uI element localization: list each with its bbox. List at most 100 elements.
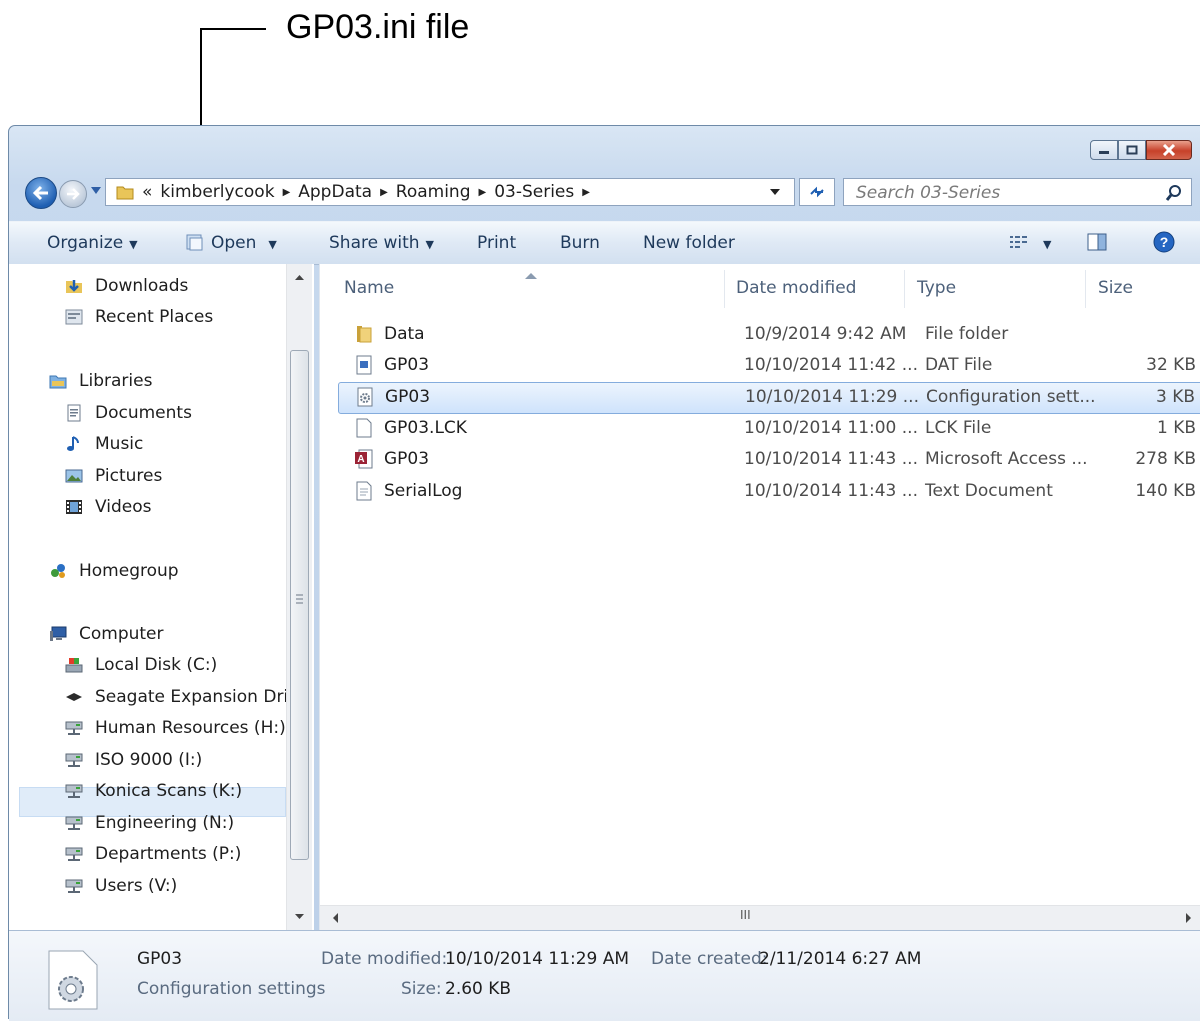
scroll-down-icon[interactable] — [287, 906, 312, 926]
nav-item-human-resources[interactable]: Human Resources (H:) — [65, 718, 286, 738]
column-divider[interactable] — [904, 270, 905, 308]
caret-down-icon: ▼ — [425, 238, 434, 251]
search-box[interactable]: Search 03-Series — [843, 178, 1192, 206]
file-name: GP03 — [384, 355, 430, 375]
refresh-button[interactable] — [799, 178, 835, 206]
file-row-gp03-ini-selected[interactable]: GP03 10/10/2014 11:29 ... Configuration … — [338, 382, 1200, 414]
grip-icon — [296, 594, 303, 604]
file-row-gp03-lck[interactable]: GP03.LCK 10/10/2014 11:00 ... LCK File 1… — [342, 414, 1200, 444]
close-icon — [1162, 144, 1176, 156]
callout-line-top — [200, 28, 266, 30]
nav-item-computer[interactable]: Computer — [49, 624, 164, 644]
file-date: 10/10/2014 11:00 ... — [744, 418, 918, 438]
nav-label: ISO 9000 (I:) — [95, 750, 203, 770]
print-button[interactable]: Print — [477, 233, 516, 253]
scroll-left-icon[interactable] — [326, 907, 346, 929]
breadcrumb-kimberlycook[interactable]: kimberlycook — [160, 182, 274, 202]
file-type: DAT File — [925, 355, 993, 375]
recent-pages-dropdown-icon[interactable] — [91, 187, 101, 195]
share-with-button[interactable]: Share with ▼ — [329, 233, 434, 253]
preview-pane-button[interactable] — [1087, 233, 1107, 253]
nav-item-pictures[interactable]: Pictures — [65, 466, 162, 486]
chevron-right-icon[interactable]: ▶ — [380, 187, 388, 198]
new-folder-button[interactable]: New folder — [643, 233, 735, 253]
arrow-left-icon — [32, 185, 48, 201]
nav-scrollbar-thumb[interactable] — [290, 350, 309, 860]
nav-item-iso-9000[interactable]: ISO 9000 (I:) — [65, 750, 202, 770]
nav-item-documents[interactable]: Documents — [65, 403, 192, 423]
column-header-size[interactable]: Size — [1098, 278, 1133, 298]
file-name: Data — [384, 324, 425, 344]
address-row: « kimberlycook ▶ AppData ▶ Roaming ▶ 03-… — [19, 176, 1192, 210]
nav-item-homegroup[interactable]: Homegroup — [49, 561, 179, 581]
help-button[interactable]: ? — [1153, 231, 1175, 258]
file-row-gp03-access[interactable]: A GP03 10/10/2014 11:43 ... Microsoft Ac… — [342, 445, 1200, 475]
details-size-value: 2.60 KB — [445, 979, 512, 999]
nav-item-konica-scans[interactable]: Konica Scans (K:) — [65, 781, 242, 801]
maximize-button[interactable] — [1118, 140, 1146, 160]
details-created-label: Date created: — [651, 949, 768, 969]
column-header-type[interactable]: Type — [917, 278, 956, 298]
file-list-horizontal-scrollbar[interactable]: III — [320, 905, 1200, 930]
address-bar[interactable]: « kimberlycook ▶ AppData ▶ Roaming ▶ 03-… — [105, 178, 795, 206]
open-button[interactable]: Open ▼ — [185, 233, 277, 253]
forward-button[interactable] — [59, 180, 87, 208]
command-bar: Organize ▼ Open ▼ Share with ▼ Print Burn N… — [9, 221, 1200, 265]
chevron-right-icon[interactable]: ▶ — [479, 187, 487, 198]
nav-item-users[interactable]: Users (V:) — [65, 876, 177, 896]
breadcrumb-overflow[interactable]: « — [142, 182, 152, 202]
search-icon[interactable] — [1165, 184, 1183, 202]
scroll-right-icon[interactable] — [1178, 907, 1198, 929]
minimize-button[interactable] — [1090, 140, 1118, 160]
nav-item-libraries[interactable]: Libraries — [49, 371, 152, 391]
nav-item-downloads[interactable]: Downloads — [65, 276, 188, 296]
details-file-type: Configuration settings — [137, 979, 326, 999]
breadcrumb-appdata[interactable]: AppData — [298, 182, 372, 202]
back-button[interactable] — [25, 177, 57, 209]
breadcrumb-03-series[interactable]: 03-Series — [494, 182, 574, 202]
column-header-name[interactable]: Name — [344, 278, 394, 298]
nav-item-videos[interactable]: Videos — [65, 497, 152, 517]
window-controls — [1090, 140, 1192, 160]
address-dropdown-icon[interactable] — [770, 189, 780, 196]
nav-item-recent-places[interactable]: Recent Places — [65, 307, 213, 327]
nav-item-local-disk[interactable]: Local Disk (C:) — [65, 655, 217, 675]
file-date: 10/10/2014 11:42 ... — [744, 355, 918, 375]
breadcrumb-roaming[interactable]: Roaming — [396, 182, 471, 202]
nav-label: Engineering (N:) — [95, 813, 235, 833]
details-created-value: 2/11/2014 6:27 AM — [759, 949, 922, 969]
chevron-right-icon[interactable]: ▶ — [582, 187, 590, 198]
network-drive-icon — [65, 816, 83, 830]
nav-scrollbar[interactable] — [286, 264, 312, 930]
file-row-seriallog[interactable]: SerialLog 10/10/2014 11:43 ... Text Docu… — [342, 477, 1200, 507]
burn-button[interactable]: Burn — [560, 233, 600, 253]
column-divider[interactable] — [1085, 270, 1086, 308]
arrow-right-icon — [67, 188, 80, 200]
column-header-date-modified[interactable]: Date modified — [736, 278, 856, 298]
nav-item-engineering[interactable]: Engineering (N:) — [65, 813, 234, 833]
scrollbar-grip[interactable]: III — [740, 908, 751, 922]
close-button[interactable] — [1146, 140, 1192, 160]
config-file-icon — [357, 387, 373, 407]
organize-button[interactable]: Organize ▼ — [47, 233, 138, 253]
file-row-data[interactable]: Data 10/9/2014 9:42 AM File folder — [342, 320, 1200, 350]
blank-file-icon — [356, 418, 372, 438]
nav-item-music[interactable]: Music — [65, 434, 143, 454]
recent-places-icon — [65, 309, 83, 325]
nav-label: Departments (P:) — [95, 844, 242, 864]
scroll-up-icon[interactable] — [287, 268, 312, 288]
column-divider[interactable] — [724, 270, 725, 308]
file-size: 1 KB — [1156, 418, 1196, 438]
change-view-button[interactable]: ▼ — [1009, 233, 1051, 253]
network-drive-icon — [65, 721, 83, 735]
computer-icon — [50, 626, 67, 641]
nav-label: Recent Places — [95, 307, 214, 327]
file-row-gp03-dat[interactable]: GP03 10/10/2014 11:42 ... DAT File 32 KB — [342, 351, 1200, 381]
nav-item-departments[interactable]: Departments (P:) — [65, 844, 241, 864]
nav-label: Homegroup — [79, 561, 179, 581]
folder-icon — [116, 186, 134, 200]
sort-ascending-icon[interactable] — [524, 272, 538, 280]
chevron-right-icon[interactable]: ▶ — [283, 187, 291, 198]
search-input[interactable]: Search 03-Series — [856, 183, 1000, 203]
nav-item-seagate[interactable]: Seagate Expansion Drive — [65, 687, 309, 707]
